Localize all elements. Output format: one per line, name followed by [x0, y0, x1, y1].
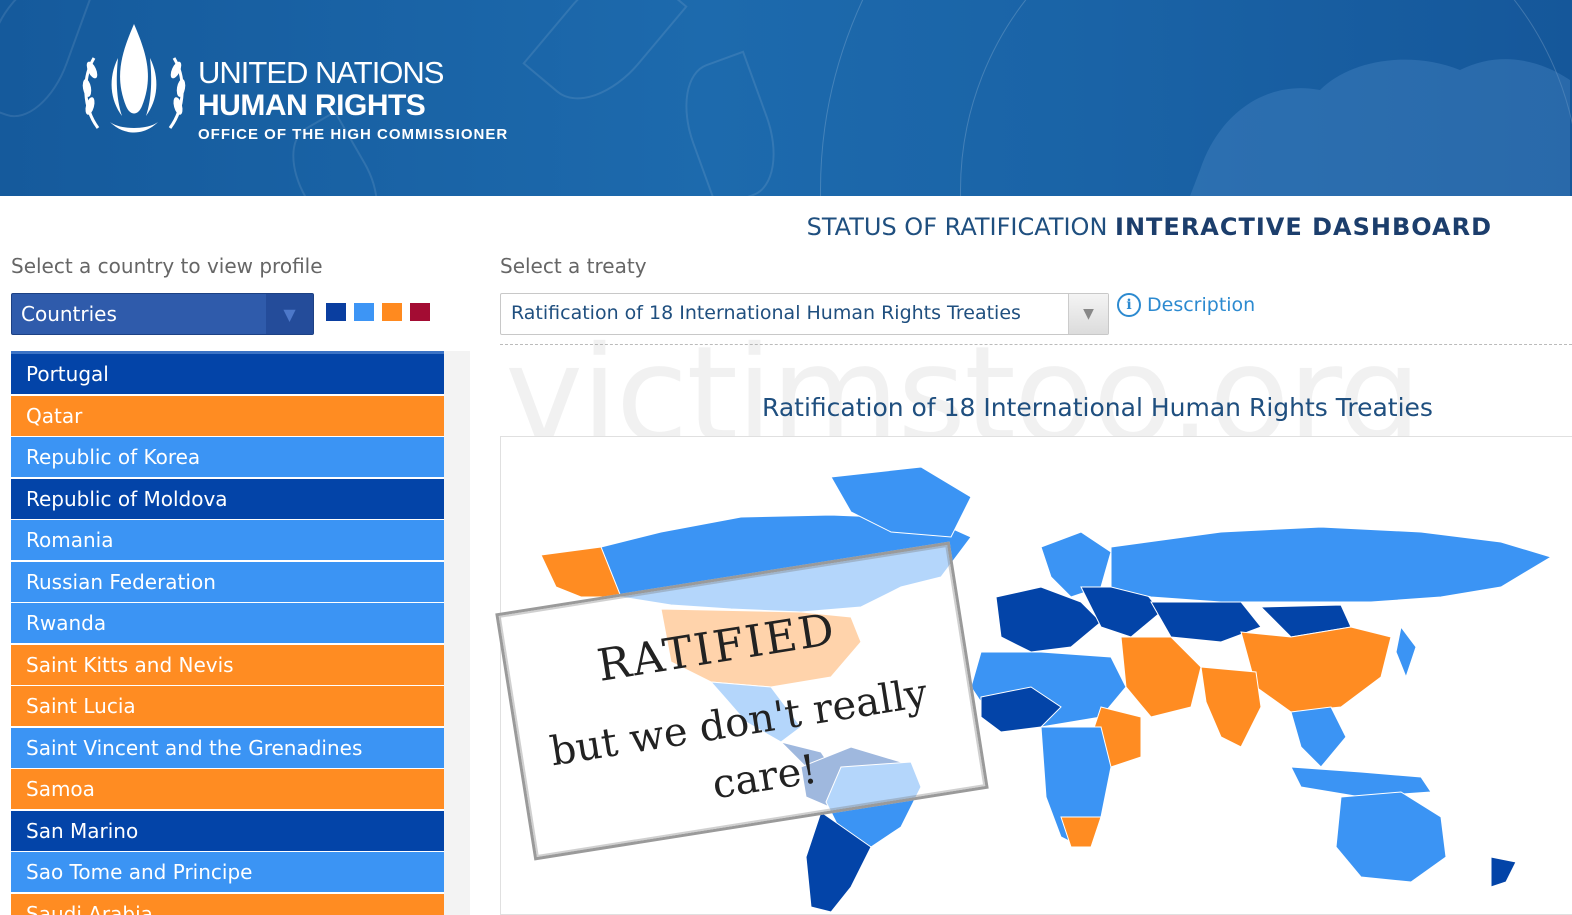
map-region-southeast-asia: [1290, 706, 1347, 768]
treaty-select-label: Select a treaty: [500, 254, 647, 278]
info-icon: i: [1117, 293, 1141, 317]
list-item[interactable]: Qatar: [11, 395, 444, 436]
list-item[interactable]: Samoa: [11, 769, 444, 809]
map-region-india: [1200, 666, 1262, 748]
list-item[interactable]: Portugal: [11, 354, 444, 394]
brand-line-2: HUMAN RIGHTS: [198, 89, 426, 122]
legend-swatch-dark-blue[interactable]: [326, 303, 346, 321]
description-link[interactable]: i Description: [1117, 293, 1255, 317]
un-human-rights-emblem-icon: [82, 24, 186, 133]
dashboard-title-part2: INTERACTIVE DASHBOARD: [1115, 213, 1492, 241]
country-select-label: Select a country to view profile: [11, 254, 323, 278]
header-banner: UNITED NATIONS HUMAN RIGHTS OFFICE OF TH…: [0, 0, 1572, 196]
list-item[interactable]: Sao Tome and Principe: [11, 852, 444, 892]
list-item[interactable]: Russian Federation: [11, 561, 444, 602]
legend-swatch-light-blue[interactable]: [354, 303, 374, 321]
legend-swatch-orange[interactable]: [382, 303, 402, 321]
map-region-middle-east: [1120, 636, 1202, 718]
country-dropdown[interactable]: Countries ▼: [11, 293, 314, 335]
olive-leaf: [522, 0, 688, 122]
chevron-down-icon[interactable]: ▼: [266, 294, 313, 334]
brand-wordmark: UNITED NATIONS HUMAN RIGHTS OFFICE OF TH…: [198, 55, 509, 144]
list-item[interactable]: Republic of Moldova: [11, 478, 444, 519]
brand-line-3: OFFICE OF THE HIGH COMMISSIONER: [198, 126, 509, 143]
map-region-new-zealand: [1490, 856, 1517, 888]
list-item[interactable]: Rwanda: [11, 603, 444, 643]
map-region-china: [1240, 626, 1392, 713]
list-item[interactable]: Romania: [11, 520, 444, 560]
map-region-australia: [1335, 791, 1447, 883]
stamp-line-1: RATIFIED: [593, 603, 840, 692]
list-item[interactable]: Saint Kitts and Nevis: [11, 644, 444, 685]
brand-line-1: UNITED NATIONS: [198, 55, 445, 90]
map-region-japan: [1395, 625, 1417, 679]
stamp-line-3: care!: [709, 746, 821, 809]
dashboard-title: STATUS OF RATIFICATION INTERACTIVE DASHB…: [807, 213, 1492, 241]
list-item[interactable]: Saint Lucia: [11, 686, 444, 726]
list-item[interactable]: Saudi Arabia: [11, 893, 444, 915]
dashboard-title-part1: STATUS OF RATIFICATION: [806, 213, 1116, 241]
country-list-scrollbar[interactable]: [444, 351, 470, 915]
list-item[interactable]: Republic of Korea: [11, 437, 444, 477]
globe-landmass: [1190, 59, 1570, 196]
country-list[interactable]: Portugal Qatar Republic of Korea Republic o…: [11, 351, 444, 915]
list-item[interactable]: Saint Vincent and the Grenadines: [11, 727, 444, 768]
map-region-indonesia: [1290, 766, 1432, 798]
list-item[interactable]: San Marino: [11, 810, 444, 851]
olive-leaf: [668, 50, 792, 196]
map-region-south-africa: [1060, 816, 1102, 848]
legend-swatch-crimson[interactable]: [410, 303, 430, 321]
chart-title: Ratification of 18 International Human R…: [762, 393, 1433, 422]
description-link-label: Description: [1147, 294, 1256, 316]
map-region-western-europe: [995, 586, 1102, 653]
country-dropdown-value: Countries: [21, 302, 117, 326]
map-region-russia: [1110, 526, 1553, 603]
